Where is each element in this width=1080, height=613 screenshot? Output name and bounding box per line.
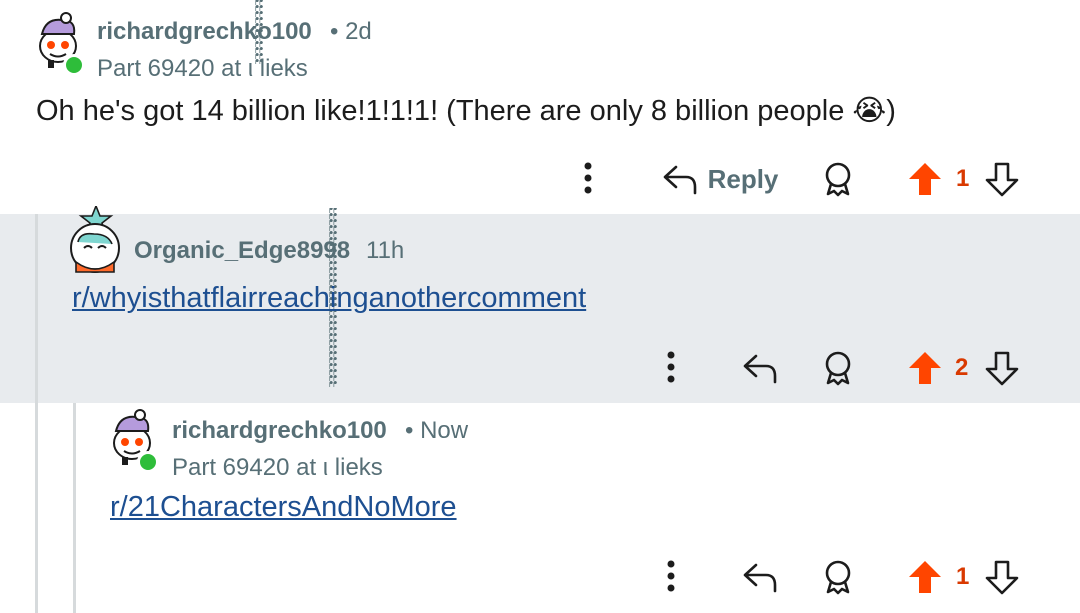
avatar[interactable]	[36, 12, 92, 76]
reply-icon	[743, 354, 777, 384]
downvote-button[interactable]	[982, 158, 1022, 200]
award-icon	[825, 162, 851, 197]
user-flair: Part 69420 at ι lieks	[172, 454, 383, 481]
more-options-button[interactable]	[653, 347, 689, 387]
subreddit-link[interactable]: r/whyisthatflairreachinganothercomment	[72, 282, 586, 315]
reply-button[interactable]	[738, 347, 782, 389]
user-flair: Part 69420 at ι lieks	[97, 55, 308, 82]
avatar[interactable]	[110, 409, 166, 473]
downvote-button[interactable]	[982, 347, 1022, 389]
snoo-avatar-icon	[70, 203, 120, 273]
award-button[interactable]	[818, 158, 858, 200]
thread-line-level-2[interactable]	[73, 403, 76, 613]
award-button[interactable]	[818, 347, 858, 389]
comment-body: Oh he's got 14 billion like!1!1!1! (Ther…	[36, 95, 896, 127]
more-vertical-icon	[584, 162, 592, 194]
upvote-icon	[909, 561, 941, 593]
avatar[interactable]	[68, 203, 126, 276]
reply-button[interactable]	[738, 556, 782, 598]
comment-timestamp: • Now	[405, 417, 469, 444]
downvote-icon	[985, 162, 1019, 197]
downvote-button[interactable]	[982, 556, 1022, 598]
online-status-dot	[63, 54, 85, 76]
upvote-button[interactable]	[905, 158, 945, 200]
upvote-button[interactable]	[905, 347, 945, 389]
comment-timestamp: 11h	[366, 237, 405, 264]
vote-count: 2	[955, 354, 969, 381]
vote-count: 1	[956, 563, 970, 590]
downvote-icon	[985, 351, 1019, 386]
comment-timestamp: • 2d	[330, 18, 372, 45]
reply-label: Reply	[707, 163, 779, 194]
comment-author[interactable]: richardgrechko100	[97, 18, 312, 46]
upvote-icon	[909, 352, 941, 384]
award-icon	[825, 351, 851, 386]
comment-author[interactable]: richardgrechko100	[172, 417, 387, 445]
reply-icon	[743, 563, 777, 593]
online-status-dot	[137, 451, 159, 473]
subreddit-link[interactable]: r/21CharactersAndNoMore	[110, 491, 457, 524]
more-vertical-icon	[667, 560, 675, 592]
upvote-icon	[909, 163, 941, 195]
thread-line-level-1[interactable]	[35, 214, 38, 613]
downvote-icon	[985, 560, 1019, 595]
upvote-button[interactable]	[905, 556, 945, 598]
award-button[interactable]	[818, 556, 858, 598]
vote-count: 1	[956, 165, 970, 192]
more-options-button[interactable]	[570, 158, 606, 198]
reply-button[interactable]: Reply	[655, 158, 785, 200]
flair-overflow-glyphs: ᖰᖰᖰᖰᖰᖰᖰᖰᖰᖰᖰᖰᖰᖰᖰᖰᖰᖰᖰᖰᖰᖰᖰᖰᖰᖰᖰᖰᖰᖰᖰᖰᖰᖰᖰᖰᖰᖰᖰᖰ…	[255, 0, 264, 64]
more-vertical-icon	[667, 351, 675, 383]
award-icon	[825, 560, 851, 595]
more-options-button[interactable]	[653, 556, 689, 596]
comment-author[interactable]: Organic_Edge8998	[134, 237, 350, 265]
reply-icon	[663, 165, 696, 195]
